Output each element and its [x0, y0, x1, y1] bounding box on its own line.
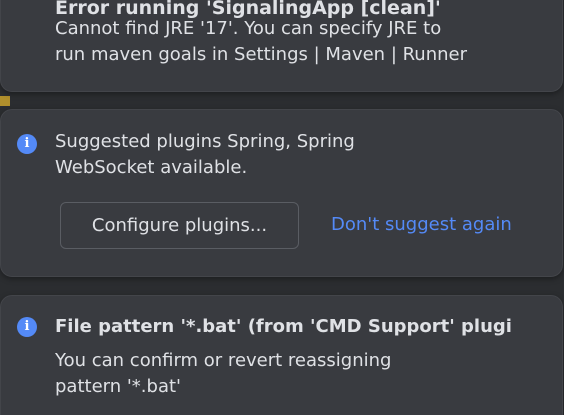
notification-message: Cannot find JRE '17'. You can specify JR…	[55, 18, 467, 65]
editor-edge-marker	[0, 96, 10, 106]
notification-title: File pattern '*.bat' (from 'CMD Support'…	[55, 316, 512, 337]
configure-plugins-button[interactable]: Configure plugins...	[60, 202, 299, 249]
notification-suggested-plugins-card[interactable]: i Suggested plugins Spring, Spring WebSo…	[0, 109, 563, 277]
notification-error-card[interactable]: Error running 'SignalingApp [clean]' Can…	[0, 0, 563, 92]
notification-file-pattern-card[interactable]: i File pattern '*.bat' (from 'CMD Suppor…	[0, 295, 563, 415]
info-icon: i	[17, 134, 37, 154]
notifications-panel: Error running 'SignalingApp [clean]' Can…	[0, 0, 564, 415]
info-icon: i	[17, 317, 37, 337]
notification-message: Suggested plugins Spring, Spring WebSock…	[55, 131, 355, 178]
notification-message: You can confirm or revert reassigning pa…	[55, 350, 392, 397]
dont-suggest-again-link[interactable]: Don't suggest again	[331, 214, 512, 235]
